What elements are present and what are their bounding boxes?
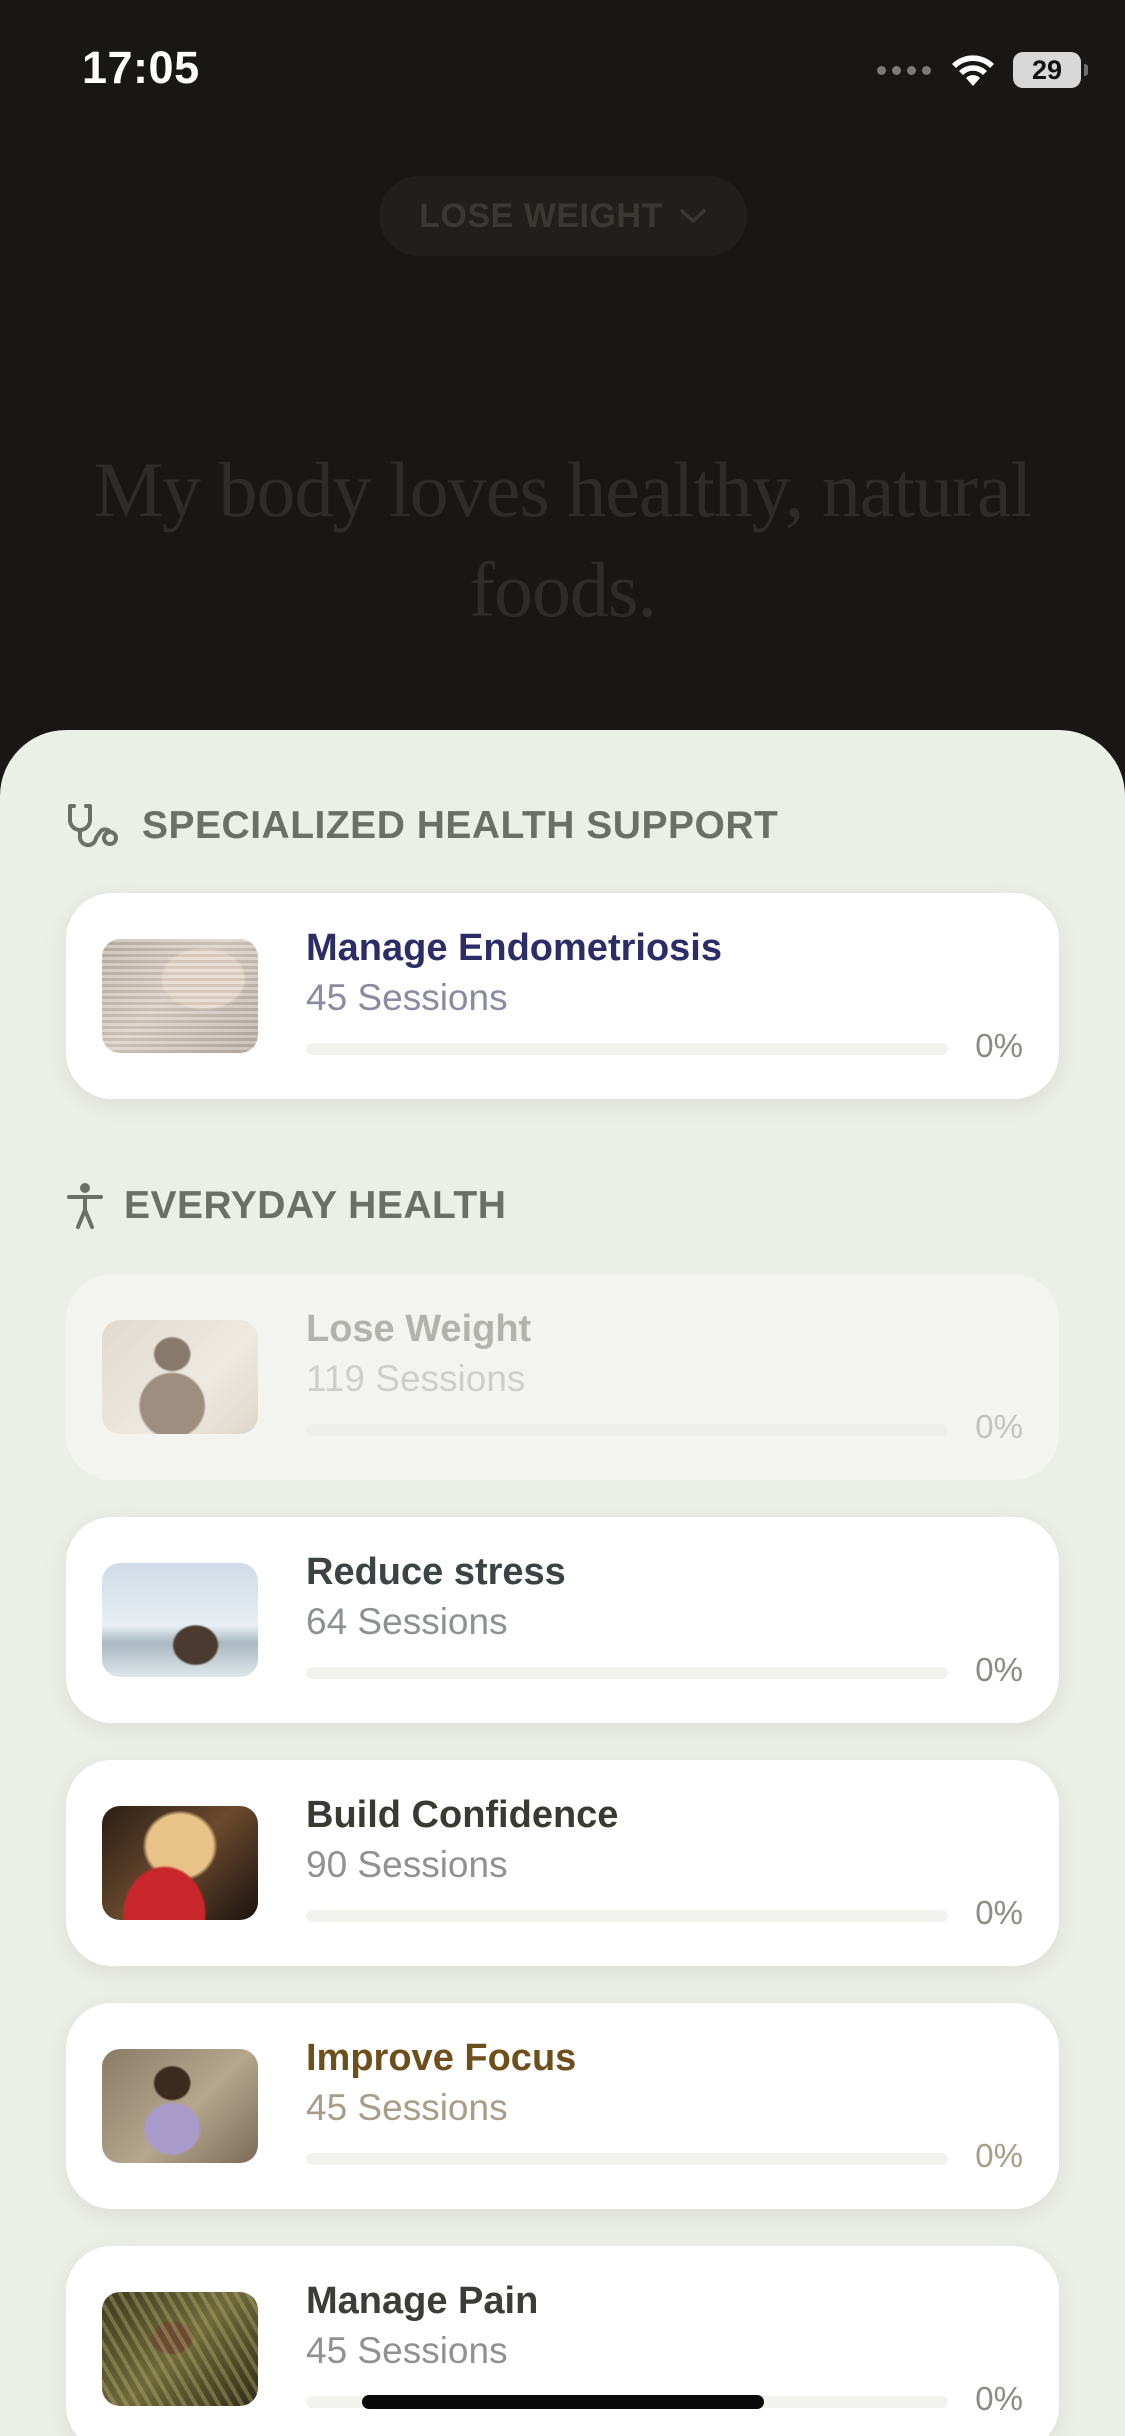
programs-sheet[interactable]: SPECIALIZED HEALTH SUPPORT Manage Endome… bbox=[0, 730, 1125, 2436]
program-card-build-confidence[interactable]: Build Confidence 90 Sessions 0% bbox=[66, 1760, 1059, 1966]
program-thumbnail bbox=[102, 2049, 258, 2163]
progress-bar bbox=[306, 1667, 948, 1679]
program-card-lose-weight[interactable]: Lose Weight 119 Sessions 0% bbox=[66, 1274, 1059, 1480]
program-title: Manage Pain bbox=[306, 2280, 539, 2322]
chevron-down-icon bbox=[680, 209, 706, 223]
section-title: EVERYDAY HEALTH bbox=[124, 1184, 507, 1227]
program-title: Build Confidence bbox=[306, 1794, 619, 1836]
program-sessions: 90 Sessions bbox=[306, 1844, 508, 1885]
wifi-icon bbox=[952, 55, 994, 86]
program-thumbnail bbox=[102, 1806, 258, 1920]
battery-level: 29 bbox=[1031, 54, 1063, 85]
program-sessions: 45 Sessions bbox=[306, 2087, 508, 2128]
affirmation-text: My body loves healthy, natural foods. bbox=[93, 446, 1033, 633]
cellular-signal-icon bbox=[877, 65, 931, 75]
program-title: Reduce stress bbox=[306, 1551, 566, 1593]
program-thumbnail bbox=[102, 1320, 258, 1434]
progress-percent: 0% bbox=[975, 1651, 1023, 1688]
program-title: Lose Weight bbox=[306, 1308, 532, 1350]
section-header-everyday: EVERYDAY HEALTH bbox=[66, 1182, 506, 1230]
status-time: 17:05 bbox=[82, 42, 200, 93]
program-sessions: 45 Sessions bbox=[306, 977, 508, 1018]
program-sessions: 45 Sessions bbox=[306, 2330, 508, 2371]
progress-percent: 0% bbox=[975, 1027, 1023, 1064]
program-sessions: 119 Sessions bbox=[306, 1358, 526, 1399]
program-title: Manage Endometriosis bbox=[306, 927, 722, 969]
section-header-specialized: SPECIALIZED HEALTH SUPPORT bbox=[66, 802, 778, 850]
goal-selector-button[interactable]: LOSE WEIGHT bbox=[379, 176, 747, 256]
progress-bar bbox=[306, 2153, 948, 2165]
progress-percent: 0% bbox=[975, 1894, 1023, 1931]
program-card-manage-endometriosis[interactable]: Manage Endometriosis 45 Sessions 0% bbox=[66, 893, 1059, 1099]
status-indicators: 29 bbox=[877, 50, 1088, 90]
progress-bar bbox=[306, 1424, 948, 1436]
screen: 17:05 29 LOSE WEIGHT My body loves healt… bbox=[0, 0, 1125, 2436]
program-sessions: 64 Sessions bbox=[306, 1601, 508, 1642]
program-thumbnail bbox=[102, 2292, 258, 2406]
progress-percent: 0% bbox=[975, 1408, 1023, 1445]
progress-bar bbox=[306, 1910, 948, 1922]
battery-icon: 29 bbox=[1013, 52, 1088, 88]
status-bar: 17:05 29 bbox=[0, 0, 1125, 140]
home-indicator[interactable] bbox=[362, 2395, 764, 2409]
program-card-reduce-stress[interactable]: Reduce stress 64 Sessions 0% bbox=[66, 1517, 1059, 1723]
goal-selector-label: LOSE WEIGHT bbox=[419, 196, 663, 235]
progress-percent: 0% bbox=[975, 2137, 1023, 2174]
section-title: SPECIALIZED HEALTH SUPPORT bbox=[142, 804, 779, 847]
program-card-improve-focus[interactable]: Improve Focus 45 Sessions 0% bbox=[66, 2003, 1059, 2209]
progress-percent: 0% bbox=[975, 2380, 1023, 2417]
stethoscope-icon bbox=[68, 804, 118, 848]
program-thumbnail bbox=[102, 939, 258, 1053]
person-arms-out-icon bbox=[67, 1183, 103, 1229]
program-thumbnail bbox=[102, 1563, 258, 1677]
program-title: Improve Focus bbox=[306, 2037, 577, 2079]
progress-bar bbox=[306, 1043, 948, 1055]
